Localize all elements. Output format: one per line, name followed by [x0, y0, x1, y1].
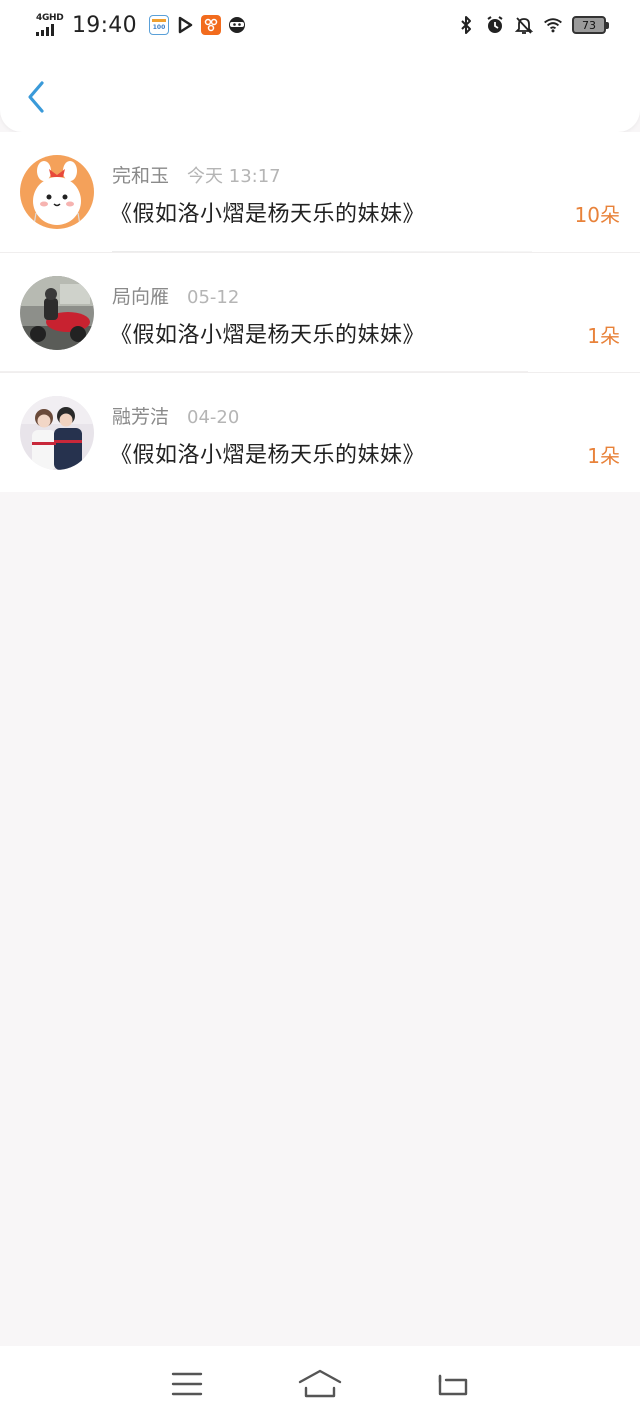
- network-type: 4GHD: [36, 13, 64, 23]
- status-clock: 19:40: [72, 12, 137, 38]
- bluetooth-icon: [456, 15, 476, 35]
- list-item[interactable]: 融芳洁 04-20 《假如洛小熠是杨天乐的妹妹》 1朵: [0, 372, 640, 492]
- status-right: 73: [456, 15, 609, 35]
- timestamp: 04-20: [187, 407, 240, 428]
- menu-icon: [171, 1372, 202, 1396]
- back-button[interactable]: [18, 76, 54, 118]
- timestamp: 05-12: [187, 287, 240, 308]
- flower-count: 10朵: [574, 203, 620, 227]
- cartoon-bunny-avatar-icon: [20, 155, 94, 229]
- flower-count: 1朵: [587, 324, 620, 348]
- battery-level: 73: [582, 18, 596, 32]
- chevron-left-icon: [28, 81, 44, 113]
- user-name[interactable]: 融芳洁: [112, 402, 169, 429]
- play-app-icon: [175, 15, 195, 35]
- wifi-icon: [543, 15, 563, 35]
- system-nav-bar: [0, 1346, 640, 1422]
- timestamp: 今天 13:17: [187, 166, 281, 187]
- book-title[interactable]: 《假如洛小熠是杨天乐的妹妹》: [110, 317, 425, 349]
- motorcycle-photo-avatar-icon: [20, 276, 94, 350]
- avatar[interactable]: [20, 276, 94, 350]
- user-name[interactable]: 完和玉: [112, 161, 169, 188]
- home-button[interactable]: [295, 1364, 345, 1404]
- svg-text:100: 100: [153, 24, 166, 31]
- user-name[interactable]: 局向雁: [112, 282, 169, 309]
- gift-list: 完和玉 今天 13:17 《假如洛小熠是杨天乐的妹妹》 10朵 局向雁 05-1…: [0, 132, 640, 492]
- list-item[interactable]: 完和玉 今天 13:17 《假如洛小熠是杨天乐的妹妹》 10朵: [0, 132, 640, 252]
- flower-count: 1朵: [587, 444, 620, 468]
- book-title[interactable]: 《假如洛小熠是杨天乐的妹妹》: [110, 196, 425, 228]
- list-item[interactable]: 局向雁 05-12 《假如洛小熠是杨天乐的妹妹》 1朵: [0, 252, 640, 372]
- menu-button[interactable]: [162, 1364, 212, 1404]
- back-icon: [439, 1374, 468, 1396]
- avatar[interactable]: [20, 155, 94, 229]
- avatar[interactable]: [20, 396, 94, 470]
- mute-bell-icon: [514, 15, 534, 35]
- calendar-app-icon: 100: [148, 15, 169, 35]
- cellular-signal-icon: 4GHD: [36, 13, 66, 37]
- book-title[interactable]: 《假如洛小熠是杨天乐的妹妹》: [110, 437, 425, 469]
- alarm-icon: [485, 15, 505, 35]
- back-nav-button[interactable]: [428, 1364, 478, 1404]
- ninja-app-icon: [227, 15, 247, 35]
- couple-photo-avatar-icon: [20, 396, 94, 470]
- home-icon: [298, 1369, 342, 1398]
- header-card: 4GHD 19:40 100 73: [0, 0, 640, 132]
- status-left: 4GHD 19:40 100: [36, 13, 247, 38]
- status-bar: 4GHD 19:40 100 73: [0, 0, 640, 50]
- battery-icon: 73: [572, 16, 609, 34]
- orange-app-icon: [200, 15, 221, 35]
